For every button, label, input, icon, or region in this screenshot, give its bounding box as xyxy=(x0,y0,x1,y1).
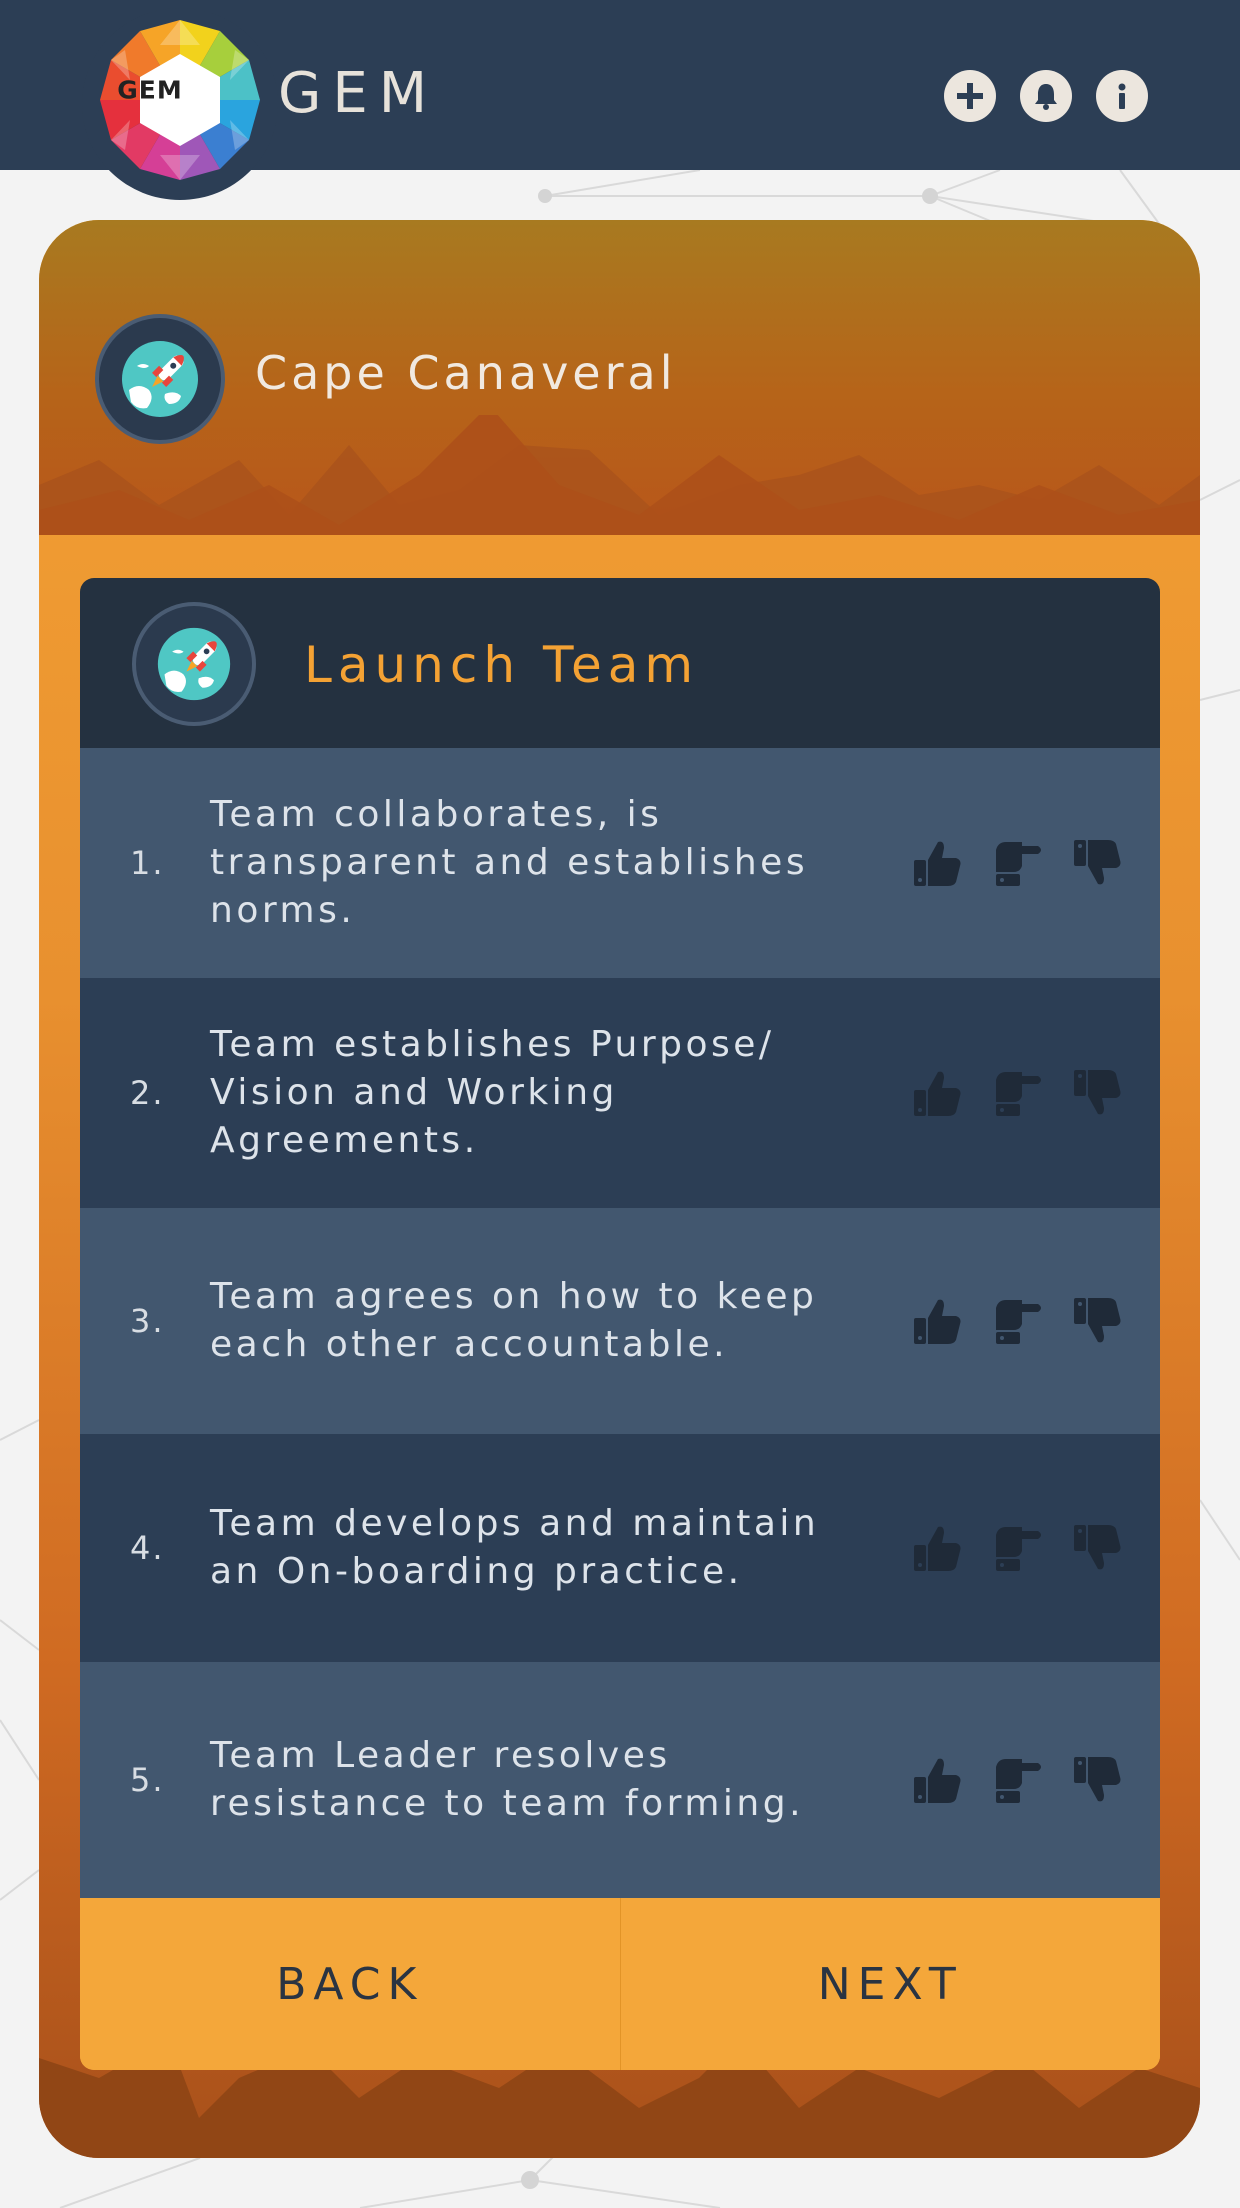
team-avatar xyxy=(132,602,256,726)
team-panel: Launch Team 1. Team collaborates, is tra… xyxy=(80,578,1160,2070)
location-header: Cape Canaveral xyxy=(39,220,1200,535)
team-title: Launch Team xyxy=(304,636,700,694)
thumbs-down-icon[interactable] xyxy=(1070,836,1124,890)
item-number: 2. xyxy=(130,1074,165,1112)
item-text: Team agrees on how to keep each other ac… xyxy=(210,1276,818,1365)
thumbs-up-icon[interactable] xyxy=(910,1521,964,1575)
thumbs-up-icon[interactable] xyxy=(910,1066,964,1120)
header-actions xyxy=(944,70,1148,122)
thumbs-up-icon[interactable] xyxy=(910,1753,964,1807)
item-text: Team Leader resolves resistance to team … xyxy=(210,1735,805,1824)
thumbs-up-icon[interactable] xyxy=(910,836,964,890)
item-number: 1. xyxy=(130,844,165,882)
item-text: Team develops and maintain an On-boardin… xyxy=(210,1503,820,1592)
plus-icon[interactable] xyxy=(944,70,996,122)
rocket-globe-icon xyxy=(157,627,231,701)
assessment-item: 4. Team develops and maintain an On-boar… xyxy=(80,1434,1160,1662)
vote-group xyxy=(910,1066,1124,1120)
thumbs-down-icon[interactable] xyxy=(1070,1066,1124,1120)
thumbs-down-icon[interactable] xyxy=(1070,1753,1124,1807)
vote-group xyxy=(910,1294,1124,1348)
app-name: GEM xyxy=(278,61,439,126)
item-number: 4. xyxy=(130,1529,165,1567)
item-text: Team collaborates, is transparent and es… xyxy=(210,794,809,931)
item-text: Team establishes Purpose/ Vision and Wor… xyxy=(210,1024,775,1161)
thumbs-down-icon[interactable] xyxy=(1070,1294,1124,1348)
item-number: 3. xyxy=(130,1302,165,1340)
info-icon[interactable] xyxy=(1096,70,1148,122)
navigation-bar: BACK NEXT xyxy=(80,1898,1160,2070)
thumbs-sideways-icon[interactable] xyxy=(990,1066,1044,1120)
vote-group xyxy=(910,1521,1124,1575)
vote-group xyxy=(910,836,1124,890)
thumbs-down-icon[interactable] xyxy=(1070,1521,1124,1575)
assessment-item: 1. Team collaborates, is transparent and… xyxy=(80,748,1160,978)
assessment-item: 5. Team Leader resolves resistance to te… xyxy=(80,1662,1160,1898)
mountain-silhouette xyxy=(39,415,1200,535)
item-number: 5. xyxy=(130,1761,165,1799)
rocket-globe-icon xyxy=(122,341,198,417)
assessment-item: 3. Team agrees on how to keep each other… xyxy=(80,1208,1160,1434)
assessment-item: 2. Team establishes Purpose/ Vision and … xyxy=(80,978,1160,1208)
next-button[interactable]: NEXT xyxy=(619,1898,1160,2070)
location-title: Cape Canaveral xyxy=(255,346,677,400)
bell-icon[interactable] xyxy=(1020,70,1072,122)
thumbs-sideways-icon[interactable] xyxy=(990,1753,1044,1807)
location-avatar xyxy=(95,314,225,444)
thumbs-sideways-icon[interactable] xyxy=(990,1294,1044,1348)
thumbs-sideways-icon[interactable] xyxy=(990,836,1044,890)
back-button[interactable]: BACK xyxy=(80,1898,620,2070)
team-header: Launch Team xyxy=(80,578,1160,748)
thumbs-up-icon[interactable] xyxy=(910,1294,964,1348)
thumbs-sideways-icon[interactable] xyxy=(990,1521,1044,1575)
vote-group xyxy=(910,1753,1124,1807)
logo-text: GEM xyxy=(117,75,183,105)
